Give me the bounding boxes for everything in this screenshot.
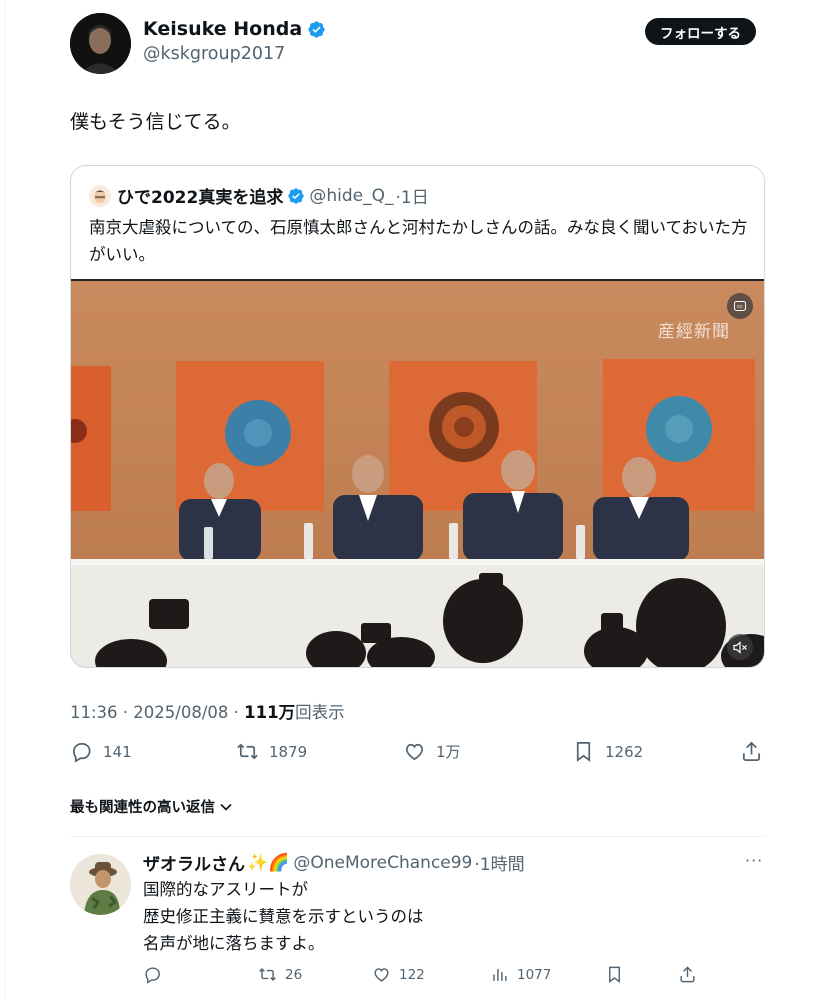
reply-count: 141 <box>103 742 132 761</box>
retweet-count: 1879 <box>269 742 308 761</box>
retweet-button[interactable]: 1879 <box>236 740 307 763</box>
quoted-author-avatar[interactable] <box>89 184 111 207</box>
reply-author-handle[interactable]: @OneMoreChance99 <box>293 853 472 873</box>
retweet-icon <box>259 967 276 982</box>
tweet-actions: 141 1879 1万 1262 <box>70 740 765 770</box>
video-watermark: 産經新聞 <box>658 322 730 342</box>
author-name[interactable]: Keisuke Honda <box>143 18 326 40</box>
reply-icon <box>72 742 91 763</box>
reply-button[interactable]: 141 <box>70 740 132 763</box>
reply-author-avatar[interactable] <box>70 854 131 915</box>
tweet-timestamp[interactable]: 11:36 · 2025/08/08 · <box>70 703 244 722</box>
tweet-text: 僕もそう信じてる。 <box>70 111 241 133</box>
reply-age[interactable]: ·1時間 <box>474 850 524 875</box>
reply-like-count: 122 <box>399 966 425 983</box>
captions-icon: cc <box>734 301 746 311</box>
heart-icon <box>405 743 424 761</box>
reply-view-count: 1077 <box>517 966 552 983</box>
captions-button[interactable]: cc <box>727 293 753 319</box>
quoted-tweet-header: ひで2022真実を追求 @hide_Q_ ·1日 <box>89 183 429 208</box>
chevron-down-icon <box>220 803 232 811</box>
reply-views-button[interactable]: 1077 <box>490 965 551 984</box>
view-label: 回表示 <box>295 703 345 722</box>
reply-share-button[interactable] <box>678 965 697 984</box>
verified-badge-icon <box>308 20 325 38</box>
bookmark-icon <box>609 966 620 984</box>
author-name-text[interactable]: Keisuke Honda <box>143 18 302 40</box>
author-avatar[interactable] <box>70 13 131 74</box>
reply-actions: 26 122 1077 <box>143 965 703 991</box>
svg-text:cc: cc <box>737 304 743 310</box>
heart-icon <box>374 968 389 982</box>
like-count: 1万 <box>436 743 461 761</box>
quoted-author-handle[interactable]: @hide_Q_ <box>309 186 393 206</box>
author-handle[interactable]: @kskgroup2017 <box>143 44 285 64</box>
reply-icon <box>145 967 160 984</box>
reply-sort-label: 最も関連性の高い返信 <box>70 800 215 816</box>
quoted-tweet-text: 南京大虐殺についての、石原慎太郎さんと河村たかしさんの話。みな良く聞いておいた方… <box>89 218 748 264</box>
quoted-tweet-age[interactable]: ·1日 <box>395 183 428 208</box>
reply-bookmark-button[interactable] <box>605 965 624 984</box>
share-button[interactable] <box>740 740 763 763</box>
reply-text-line: 名声が地に落ちますよ。 <box>143 934 325 953</box>
share-icon <box>742 741 761 761</box>
reply-sort-dropdown[interactable]: 最も関連性の高い返信 <box>70 796 233 817</box>
quoted-tweet-card[interactable]: ひで2022真実を追求 @hide_Q_ ·1日 南京大虐殺についての、石原慎太… <box>70 165 765 668</box>
quoted-author-name[interactable]: ひで2022真実を追求 <box>117 183 283 208</box>
share-icon <box>680 966 695 983</box>
bookmark-button[interactable]: 1262 <box>572 740 643 763</box>
follow-button[interactable]: フォローする <box>645 18 756 45</box>
tweet-meta: 11:36 · 2025/08/08 · 111万回表示 <box>70 699 345 723</box>
reply-text-line: 歴史修正主義に賛意を示すというのは <box>143 907 424 926</box>
bookmark-count: 1262 <box>605 742 644 761</box>
reply-author-emoji: ✨🌈 <box>247 852 290 873</box>
muted-speaker-icon <box>732 640 747 654</box>
bookmark-icon <box>576 742 591 762</box>
retweet-icon <box>237 743 258 760</box>
reply-author-name[interactable]: ザオラルさん <box>143 850 245 875</box>
quoted-verified-badge-icon <box>288 187 305 204</box>
reply-like-button[interactable]: 122 <box>372 965 425 984</box>
quoted-video-player[interactable]: 産經新聞 cc <box>71 279 764 667</box>
replies-divider <box>70 836 765 837</box>
more-options-icon[interactable]: ··· <box>745 851 763 870</box>
reply-retweet-button[interactable]: 26 <box>258 965 302 984</box>
reply-text-line: 国際的なアスリートが <box>143 880 308 899</box>
view-count: 111万 <box>244 703 296 722</box>
reply-retweet-count: 26 <box>285 966 303 983</box>
column-divider <box>4 0 5 1000</box>
reply-reply-button[interactable] <box>143 965 170 984</box>
analytics-icon <box>493 968 507 981</box>
mute-button[interactable] <box>727 634 753 660</box>
reply-header: ザオラルさん ✨🌈 @OneMoreChance99 ·1時間 <box>143 850 525 876</box>
like-button[interactable]: 1万 <box>403 740 461 763</box>
